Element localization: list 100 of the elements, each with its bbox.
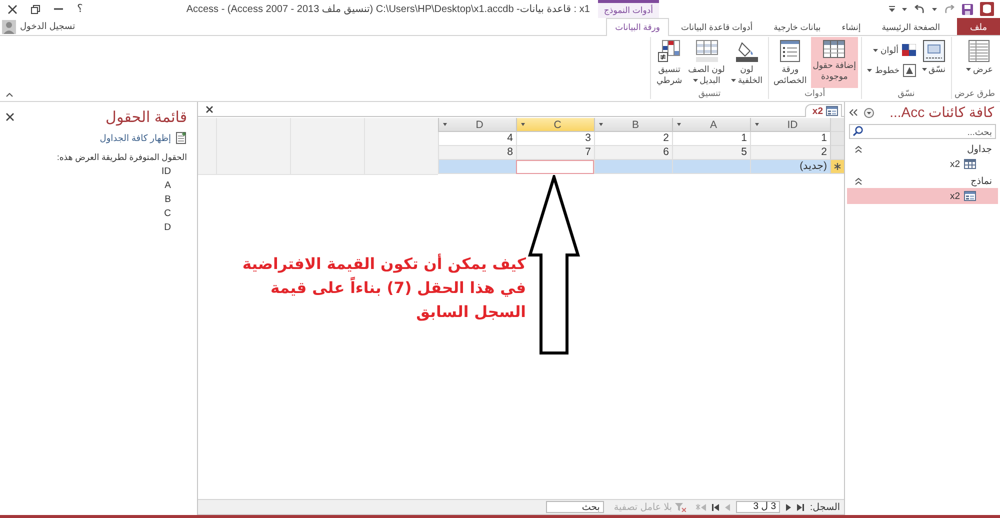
group-label: أدوات [803,88,826,99]
table-cell: 1 [672,132,750,146]
field-item[interactable]: ID [162,165,171,179]
table-cell: 5 [672,146,750,160]
search-field[interactable]: بحث... [849,124,996,139]
ribbon-button[interactable]: لون الصف البديل [686,37,727,88]
caret-icon [677,123,681,126]
record-position-field[interactable]: 3 ل 3 [736,501,780,513]
group-label: تنسيق [697,88,722,99]
group-label: نسّق [896,88,916,99]
annotation-text: كيف يمكن أن تكون القيمة الافتراضية في هذا الحقل (7) بناءاً على قيمة السجل السابق [242,252,526,323]
collapse-ribbon-icon[interactable] [6,93,13,97]
caret-icon [902,8,907,10]
table-cell[interactable] [672,160,750,174]
table-cell: 2 [750,146,830,160]
database-logo-icon[interactable] [980,2,994,16]
double-chevron-icon[interactable] [849,109,858,116]
table-cell[interactable] [594,160,672,174]
ribbon-tab[interactable]: إنشاء [832,18,870,35]
ribbon-tab[interactable]: أدوات قاعدة البيانات [672,18,762,35]
dropdown-circle-icon[interactable] [864,108,874,118]
ribbon-tab[interactable]: ورقة البيانات [606,18,669,36]
search-icon [853,126,863,136]
table-cell: 8 [438,146,516,160]
column-header[interactable]: B [594,118,672,132]
document-tab[interactable]: x2 [805,104,842,117]
table-cell[interactable] [516,160,594,174]
nav-group-header[interactable]: نماذج [845,174,1000,188]
column-header[interactable]: D [438,118,516,132]
ribbon-button[interactable]: خطوط [865,63,918,78]
table-cell[interactable] [438,160,516,174]
nav-item[interactable]: x2 [847,188,998,204]
close-icon[interactable] [206,106,213,113]
conditional-grid-icon [658,40,680,62]
new-row-selector[interactable] [830,160,844,174]
table-cell: 1 [750,132,830,146]
asterisk-icon [834,163,841,170]
undo-icon[interactable] [914,4,925,14]
triangle-box-icon [902,64,916,77]
close-icon[interactable] [6,113,14,121]
column-header[interactable]: C [516,118,594,132]
add-fields-icon [823,40,846,58]
caret-icon [443,123,447,126]
field-item[interactable]: A [164,179,171,193]
previous-record-icon[interactable] [786,504,792,510]
caret-icon [932,8,937,10]
ribbon-button[interactable]: لون الخلفية [728,37,765,88]
format-box-icon [922,40,945,62]
field-item[interactable]: B [164,193,171,207]
record-label: السجل: [810,502,840,512]
field-item[interactable]: C [164,207,171,221]
ribbon-button[interactable]: تنسيق شرطي [654,37,684,88]
ribbon-tab[interactable]: الصفحة الرئيسية [872,18,949,35]
group-label: طرق عرض [954,88,995,99]
pane-title[interactable]: كافة كائنات Acc... [890,104,994,121]
table-cell: 3 [516,132,594,146]
table-cell: 7 [516,146,594,160]
datasheet-view-icon [968,40,990,62]
new-record-cell[interactable]: (جديد) [750,160,830,174]
table-cell: 4 [438,132,516,146]
ribbon-tab[interactable]: ملف [957,18,1000,35]
ribbon-button[interactable]: عرض [964,37,995,88]
ribbon-tab[interactable]: بيانات خارجية [764,18,830,35]
ribbon-button[interactable]: نسّق [920,37,948,88]
color-squares-icon [902,44,916,56]
save-icon[interactable] [962,4,973,14]
minimize-icon[interactable] [54,8,63,10]
last-record-icon[interactable] [712,504,720,510]
restore-icon[interactable] [31,4,40,14]
caret-icon [599,123,603,126]
close-icon[interactable] [8,4,17,14]
column-header[interactable]: A [672,118,750,132]
contextual-tab-label: أدوات النموذج [598,0,659,18]
field-list-caption: الحقول المتوفرة لطريقة العرض هذه: [56,152,187,163]
paint-bucket-icon [736,40,758,62]
caret-icon [755,123,759,126]
sheet-plus-icon[interactable] [176,132,187,144]
table-cell: 2 [594,132,672,146]
nav-group-header[interactable]: جداول [845,142,1000,156]
column-header[interactable]: ID [750,118,830,132]
ribbon-button[interactable]: ورقة الخصائص [772,37,809,88]
striped-grid-icon [696,40,718,62]
sign-in-link[interactable]: تسجيل الدخول [20,21,76,32]
show-all-tables-link[interactable]: إظهار كافة الجداول [100,132,171,144]
record-search-field[interactable]: بحث [546,501,604,513]
property-sheet-icon [780,40,800,62]
window-title: x1 : قاعدة بيانات- C:\Users\HP\Desktop\x1.accdb (تنسيق ملف Access 2007 - 2013) - Access [185,4,591,14]
redo-icon[interactable] [944,4,955,14]
ribbon-button[interactable]: ألوان [865,43,918,57]
customize-toolbar-icon[interactable] [889,6,895,12]
help-button[interactable]: ؟ [77,3,83,15]
table-icon [964,159,976,169]
avatar-icon[interactable] [2,20,16,34]
nav-item[interactable]: x2 [847,156,998,172]
form-icon [826,106,838,116]
panel-title: قائمة الحقول [106,108,187,126]
first-record-icon[interactable] [797,504,804,510]
form-icon [964,191,976,201]
field-item[interactable]: D [164,221,171,235]
ribbon-button[interactable]: إضافة حقول موجودة [810,37,858,88]
